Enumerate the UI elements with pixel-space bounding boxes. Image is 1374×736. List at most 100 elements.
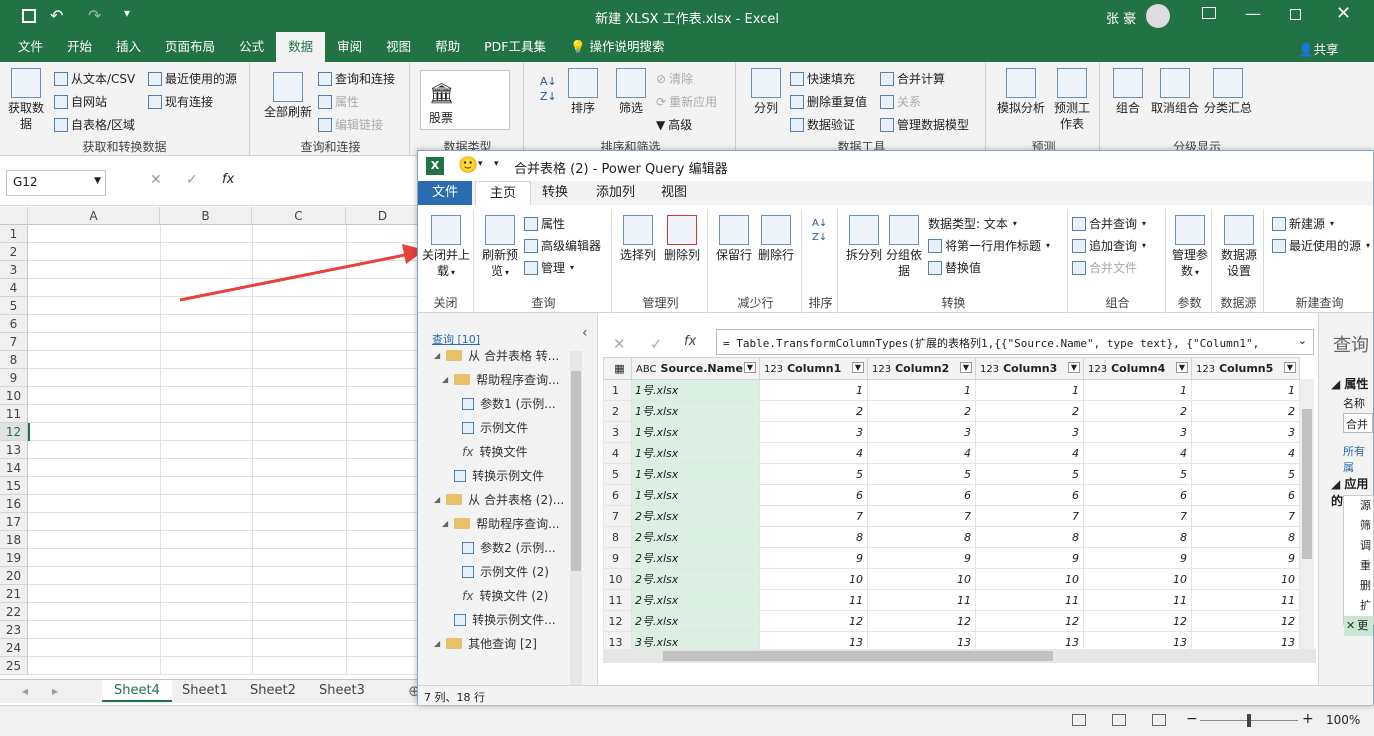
table-cell[interactable]: 12: [975, 610, 1084, 632]
number-type-icon[interactable]: 123: [980, 364, 999, 375]
stocks-gallery[interactable]: 🏛 股票: [420, 70, 510, 130]
row-header[interactable]: 22: [0, 603, 28, 621]
row-header[interactable]: 16: [0, 495, 28, 513]
applied-step[interactable]: 筛: [1344, 516, 1373, 536]
horizontal-scrollbar-thumb[interactable]: [663, 651, 1053, 661]
row-header[interactable]: 10: [0, 387, 28, 405]
row-header[interactable]: 3: [0, 261, 28, 279]
tab-review[interactable]: 审阅: [325, 32, 374, 62]
table-cell[interactable]: 2: [1191, 400, 1300, 422]
table-cell[interactable]: 4: [1083, 442, 1192, 464]
table-cell[interactable]: 9: [759, 547, 868, 569]
table-cell[interactable]: 4: [867, 442, 976, 464]
table-cell[interactable]: 5: [1191, 463, 1300, 485]
cancel-icon[interactable]: ✕: [150, 172, 162, 188]
expand-arrow-icon[interactable]: ◢: [434, 639, 440, 648]
table-cell[interactable]: 7: [1191, 505, 1300, 527]
table-cell[interactable]: 6: [759, 484, 868, 506]
query-item[interactable]: ◢ 帮助程序查询...: [442, 371, 560, 388]
pq-tab-home[interactable]: 主页: [475, 181, 532, 205]
row-header[interactable]: 13: [0, 441, 28, 459]
table-cell[interactable]: 12: [867, 610, 976, 632]
from-table-button[interactable]: 自表格/区域: [54, 116, 135, 133]
clear-button[interactable]: ⊘ 清除: [656, 70, 693, 87]
restore-icon[interactable]: [1290, 9, 1301, 20]
applied-step[interactable]: 扩: [1344, 596, 1373, 616]
table-cell[interactable]: 1号.xlsx: [631, 421, 760, 443]
table-row[interactable]: 5 1号.xlsx 5 5 5 5 5: [603, 463, 1300, 485]
queries-scrollbar[interactable]: [570, 351, 582, 685]
replace-values-button[interactable]: 替换值: [928, 259, 981, 276]
table-cell[interactable]: 9: [975, 547, 1084, 569]
collapse-pane-icon[interactable]: ‹: [582, 325, 588, 341]
table-cell[interactable]: 4: [759, 442, 868, 464]
filter-dropdown-icon[interactable]: ▼: [743, 362, 756, 373]
table-row[interactable]: 12 2号.xlsx 12 12 12 12 12: [603, 610, 1300, 632]
expand-arrow-icon[interactable]: ◢: [434, 495, 440, 504]
table-cell[interactable]: 11: [759, 589, 868, 611]
query-item[interactable]: ◢fx转换文件 (2): [450, 587, 548, 604]
get-data-button[interactable]: 获取数据: [6, 68, 46, 132]
table-cell[interactable]: 4: [1191, 442, 1300, 464]
tab-help[interactable]: 帮助: [423, 32, 472, 62]
row-header[interactable]: 14: [0, 459, 28, 477]
table-cell[interactable]: 2: [975, 400, 1084, 422]
tab-pdf[interactable]: PDF工具集: [472, 32, 558, 62]
cancel-formula-icon[interactable]: ✕: [613, 335, 626, 353]
from-text-button[interactable]: 从文本/CSV: [54, 70, 135, 87]
table-cell[interactable]: 11: [867, 589, 976, 611]
all-properties-link[interactable]: 所有属: [1343, 443, 1373, 475]
query-item[interactable]: ◢示例文件 (2): [450, 563, 549, 580]
use-first-row-headers-button[interactable]: 将第一行用作标题 ▾: [928, 237, 1050, 254]
row-header[interactable]: 7: [0, 333, 28, 351]
table-row[interactable]: 9 2号.xlsx 9 9 9 9 9: [603, 547, 1300, 569]
data-source-settings-button[interactable]: 数据源设置: [1216, 215, 1262, 279]
query-item[interactable]: ◢ 从 合并表格 (2)...: [434, 491, 564, 508]
table-menu-corner[interactable]: ▦: [603, 357, 632, 380]
table-cell[interactable]: 1: [1191, 379, 1300, 401]
applied-step[interactable]: 删: [1344, 576, 1373, 596]
advanced-filter-button[interactable]: ▼ 高级: [656, 116, 692, 133]
table-cell[interactable]: 1: [867, 379, 976, 401]
tab-page-layout[interactable]: 页面布局: [153, 32, 227, 62]
row-header[interactable]: 2: [0, 243, 28, 261]
table-row[interactable]: 10 2号.xlsx 10 10 10 10 10: [603, 568, 1300, 590]
table-cell[interactable]: 5: [975, 463, 1084, 485]
consolidate-button[interactable]: 合并计算: [880, 70, 945, 87]
tab-file[interactable]: 文件: [6, 32, 55, 62]
forecast-sheet-button[interactable]: 预测工作表: [1050, 68, 1094, 132]
applied-step[interactable]: 调: [1344, 536, 1373, 556]
table-cell[interactable]: 1号.xlsx: [631, 379, 760, 401]
existing-connections-button[interactable]: 现有连接: [148, 93, 213, 110]
column-header[interactable]: 123 Column4 ▼: [1083, 357, 1192, 380]
tab-data[interactable]: 数据: [276, 32, 326, 62]
table-cell[interactable]: 1号.xlsx: [631, 484, 760, 506]
query-item[interactable]: ◢参数2 (示例...: [450, 539, 556, 556]
table-cell[interactable]: 4: [975, 442, 1084, 464]
subtotal-button[interactable]: 分类汇总: [1202, 68, 1254, 116]
zoom-in-icon[interactable]: +: [1302, 711, 1314, 727]
table-cell[interactable]: 2号.xlsx: [631, 505, 760, 527]
column-header-c[interactable]: C: [252, 207, 346, 225]
manage-button[interactable]: 管理 ▾: [524, 259, 574, 276]
table-cell[interactable]: 9: [1083, 547, 1192, 569]
table-cell[interactable]: 7: [759, 505, 868, 527]
row-header[interactable]: 24: [0, 639, 28, 657]
table-cell[interactable]: 2: [1083, 400, 1192, 422]
vertical-scrollbar-thumb[interactable]: [1302, 409, 1312, 559]
table-cell[interactable]: 3: [1083, 421, 1192, 443]
prev-sheet-icon[interactable]: ◂: [22, 684, 28, 698]
fx-icon[interactable]: fx: [684, 334, 696, 349]
table-cell[interactable]: 8: [867, 526, 976, 548]
close-and-load-button[interactable]: 关闭并上载 ▾: [422, 215, 470, 281]
table-cell[interactable]: 3: [867, 421, 976, 443]
table-cell[interactable]: 1号.xlsx: [631, 400, 760, 422]
combine-files-button[interactable]: 合并文件: [1072, 259, 1137, 276]
pq-tab-view[interactable]: 视图: [647, 181, 701, 205]
table-cell[interactable]: 2号.xlsx: [631, 526, 760, 548]
table-cell[interactable]: 1: [975, 379, 1084, 401]
next-sheet-icon[interactable]: ▸: [52, 684, 58, 698]
table-cell[interactable]: 10: [759, 568, 868, 590]
ribbon-display-icon[interactable]: [1202, 7, 1216, 19]
applied-step[interactable]: 重: [1344, 556, 1373, 576]
